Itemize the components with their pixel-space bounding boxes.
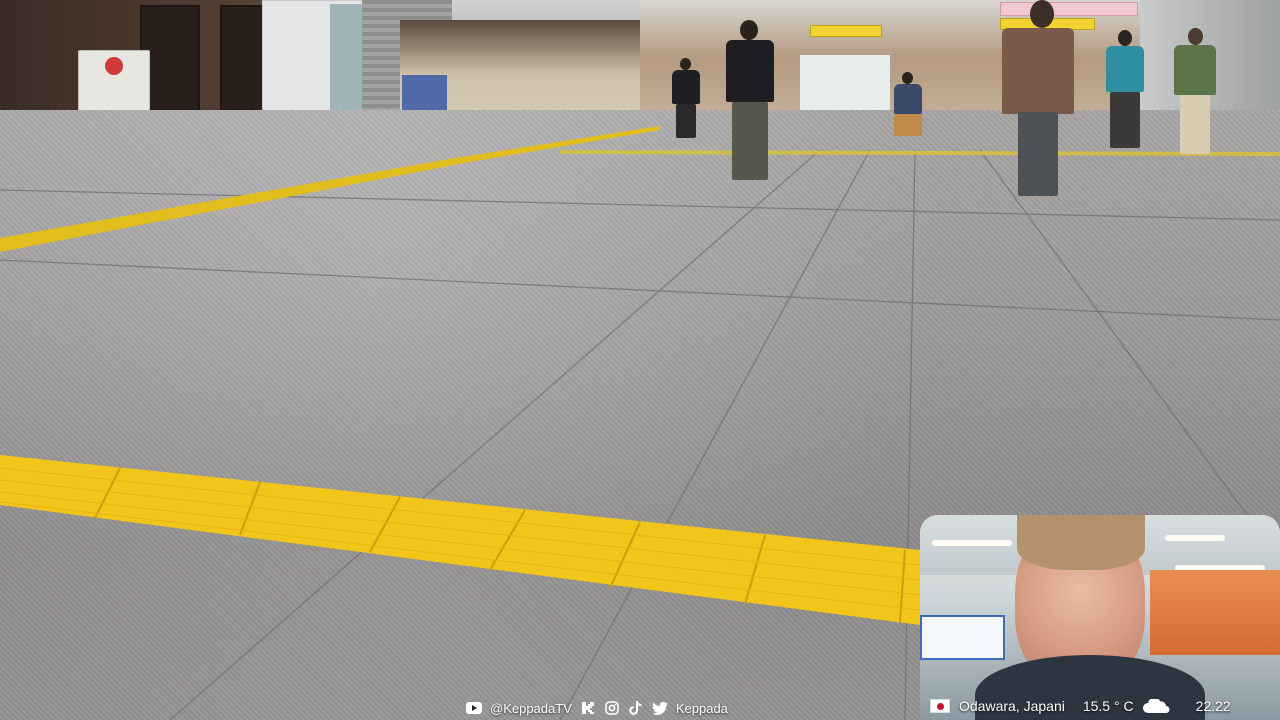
webcam-inset <box>920 515 1280 720</box>
video-stream: @KeppadaTV Keppada Odawara, Japani 15.5 … <box>0 0 1280 720</box>
pedestrian <box>1170 28 1220 154</box>
location-label: Odawara, Japani <box>959 698 1065 714</box>
youtube-handle: @KeppadaTV <box>490 700 572 716</box>
corridor-exit <box>800 55 890 110</box>
ceiling-light <box>932 540 1012 546</box>
orange-banner <box>1150 570 1280 655</box>
clock-time: 22.22 <box>1195 698 1231 714</box>
pedestrian <box>722 20 778 180</box>
location-info-bar: Odawara, Japani 15.5 ° C 22.22 <box>926 692 1280 720</box>
twitter-handle: Keppada <box>675 700 728 716</box>
station-sign <box>920 615 1005 660</box>
ceiling-light <box>1165 535 1225 541</box>
japan-flag-icon <box>930 699 950 713</box>
direction-sign <box>810 25 882 37</box>
tiktok-icon <box>628 700 644 716</box>
social-handles: @KeppadaTV Keppada <box>466 697 728 719</box>
streamer-hair <box>1017 515 1145 570</box>
cloud-icon <box>1142 697 1170 713</box>
pedestrian <box>1104 30 1146 148</box>
youtube-icon <box>466 700 482 716</box>
seated-person <box>888 72 928 136</box>
twitter-icon <box>651 700 668 716</box>
temperature-label: 15.5 ° C <box>1082 698 1134 714</box>
pedestrian <box>1000 0 1076 196</box>
kick-icon <box>580 700 596 716</box>
pedestrian <box>670 58 702 138</box>
instagram-icon <box>604 700 620 716</box>
